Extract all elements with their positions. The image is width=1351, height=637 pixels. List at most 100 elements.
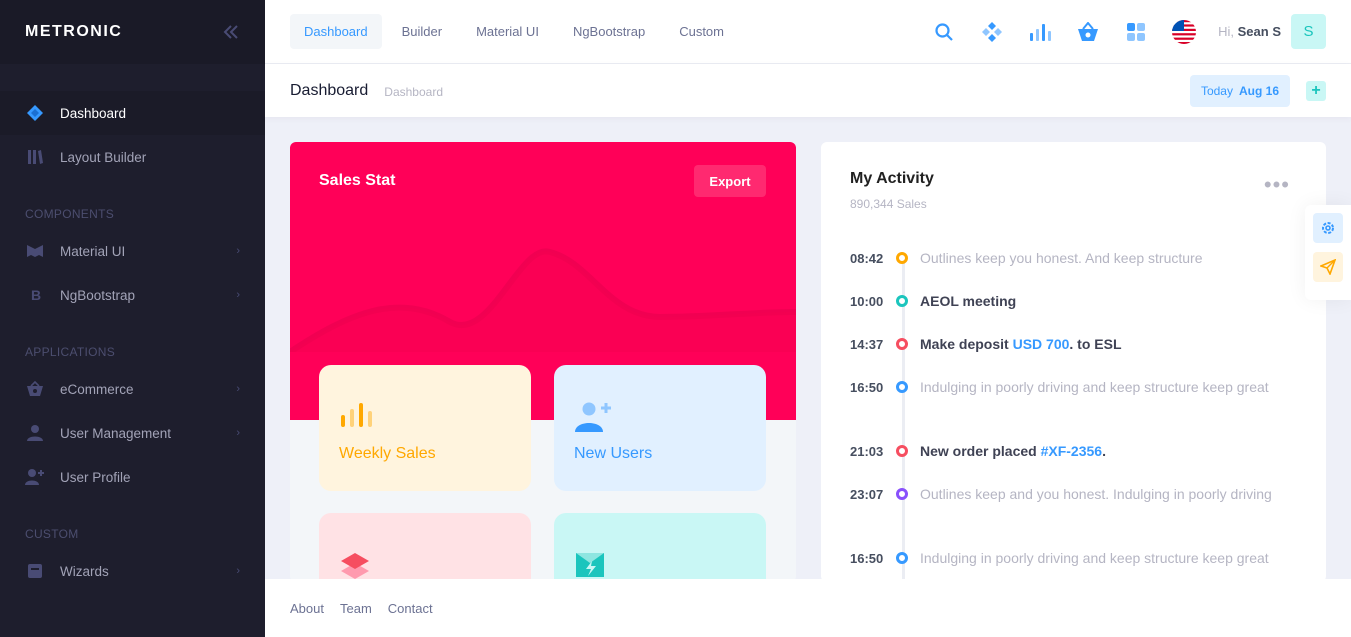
top-nav-material-ui[interactable]: Material UI bbox=[462, 14, 553, 49]
section-title-custom: CUSTOM bbox=[25, 527, 79, 541]
timeline-time: 21:03 bbox=[850, 444, 884, 459]
timeline-text: Indulging in poorly driving and keep str… bbox=[920, 550, 1269, 566]
sidebar-item-ecommerce[interactable]: eCommerce › bbox=[0, 367, 265, 411]
top-nav-dashboard[interactable]: Dashboard bbox=[290, 14, 382, 49]
export-button[interactable]: Export bbox=[694, 165, 766, 197]
my-activity-card: My Activity 890,344 Sales ••• 08:42 Outl… bbox=[821, 142, 1326, 582]
footer: About Team Contact bbox=[265, 579, 1351, 637]
bar-chart-icon[interactable] bbox=[1022, 14, 1058, 50]
item-orders-tile[interactable] bbox=[319, 513, 531, 582]
tile-label: New Users bbox=[574, 445, 653, 462]
activity-title: My Activity bbox=[850, 170, 934, 187]
user-name: Sean S bbox=[1237, 24, 1281, 39]
weekly-sales-tile[interactable]: Weekly Sales bbox=[319, 365, 531, 491]
sidebar-item-label: User Profile bbox=[60, 469, 131, 485]
timeline-item: 10:00 AEOL meeting bbox=[850, 291, 1300, 312]
add-user-icon bbox=[25, 467, 45, 487]
chevron-right-icon: › bbox=[236, 289, 240, 301]
timeline-item: 23:07 Outlines keep and you honest. Indu… bbox=[850, 484, 1300, 505]
sidebar-item-label: NgBootstrap bbox=[60, 287, 136, 303]
sidebar-item-label: eCommerce bbox=[60, 381, 134, 397]
sidebar-item-dashboard[interactable]: Dashboard bbox=[0, 91, 265, 135]
sticky-toolbar bbox=[1305, 205, 1351, 300]
sidebar-item-ngbootstrap[interactable]: B NgBootstrap › bbox=[0, 273, 265, 317]
layers-icon bbox=[339, 549, 371, 582]
new-users-tile[interactable]: New Users bbox=[554, 365, 766, 491]
text-after: . to ESL bbox=[1069, 336, 1122, 352]
settings-button[interactable] bbox=[1313, 213, 1343, 243]
text-before: Make deposit bbox=[920, 336, 1013, 352]
timeline-time: 16:50 bbox=[850, 380, 884, 395]
top-nav-builder[interactable]: Builder bbox=[388, 14, 456, 49]
diamonds-icon[interactable] bbox=[974, 14, 1010, 50]
footer-link-team[interactable]: Team bbox=[340, 601, 372, 616]
brand-logo[interactable]: METRONIC bbox=[25, 23, 122, 41]
chevron-right-icon: › bbox=[236, 383, 240, 395]
top-header: Dashboard Builder Material UI NgBootstra… bbox=[265, 0, 1351, 64]
top-nav-custom[interactable]: Custom bbox=[665, 14, 738, 49]
breadcrumb[interactable]: Dashboard bbox=[384, 85, 443, 99]
library-icon bbox=[25, 147, 45, 167]
add-button[interactable]: + bbox=[1306, 80, 1326, 101]
section-title-components: COMPONENTS bbox=[25, 207, 115, 221]
timeline-dot-icon bbox=[896, 488, 908, 500]
collapse-sidebar-icon[interactable] bbox=[222, 24, 240, 40]
text-after: . bbox=[1102, 443, 1106, 459]
footer-link-contact[interactable]: Contact bbox=[388, 601, 433, 616]
section-title-applications: APPLICATIONS bbox=[25, 345, 116, 359]
bug-reports-tile[interactable] bbox=[554, 513, 766, 582]
top-nav: Dashboard Builder Material UI NgBootstra… bbox=[290, 14, 738, 49]
timeline-dot-icon bbox=[896, 381, 908, 393]
apps-icon[interactable] bbox=[1118, 14, 1154, 50]
footer-link-about[interactable]: About bbox=[290, 601, 324, 616]
sidebar-item-user-management[interactable]: User Management › bbox=[0, 411, 265, 455]
greeting-text: Hi, bbox=[1218, 24, 1235, 39]
timeline-item: 21:03 New order placed #XF-2356. bbox=[850, 441, 1300, 462]
top-nav-ngbootstrap[interactable]: NgBootstrap bbox=[559, 14, 659, 49]
chevron-right-icon: › bbox=[236, 245, 240, 257]
timeline-dot-icon bbox=[896, 252, 908, 264]
sidebar-menu: Dashboard Layout Builder COMPONENTS Mate… bbox=[0, 64, 265, 593]
header-toolbar: Hi, Sean S S bbox=[914, 14, 1326, 50]
date-label: Today bbox=[1200, 83, 1233, 98]
timeline-text: AEOL meeting bbox=[920, 293, 1017, 309]
svg-text:B: B bbox=[31, 287, 41, 303]
sidebar: METRONIC Dashboard Layout Builder COMPON… bbox=[0, 0, 265, 637]
gear-icon bbox=[1322, 222, 1334, 234]
deposit-link[interactable]: USD 700 bbox=[1013, 336, 1070, 352]
text-before: New order placed bbox=[920, 443, 1041, 459]
timeline-time: 08:42 bbox=[850, 251, 884, 266]
sidebar-item-material-ui[interactable]: Material UI › bbox=[0, 229, 265, 273]
timeline-time: 23:07 bbox=[850, 487, 884, 502]
search-icon[interactable] bbox=[926, 14, 962, 50]
date-value: Aug 16 bbox=[1238, 83, 1279, 98]
sidebar-item-wizards[interactable]: Wizards › bbox=[0, 549, 265, 593]
send-button[interactable] bbox=[1313, 252, 1343, 282]
more-options-icon[interactable]: ••• bbox=[1264, 174, 1290, 196]
order-link[interactable]: #XF-2356 bbox=[1041, 443, 1102, 459]
date-picker-button[interactable]: Today Aug 16 bbox=[1189, 74, 1290, 107]
basket-icon[interactable] bbox=[1070, 14, 1106, 50]
timeline-text: Indulging in poorly driving and keep str… bbox=[920, 379, 1269, 395]
us-flag-icon[interactable] bbox=[1166, 14, 1202, 50]
user-greeting[interactable]: Hi, Sean S bbox=[1218, 24, 1281, 39]
bootstrap-icon: B bbox=[25, 285, 45, 305]
chevron-right-icon: › bbox=[236, 565, 240, 577]
sidebar-item-user-profile[interactable]: User Profile bbox=[0, 455, 265, 499]
add-user-icon bbox=[574, 401, 614, 438]
chevron-right-icon: › bbox=[236, 427, 240, 439]
avatar[interactable]: S bbox=[1291, 14, 1326, 49]
user-icon bbox=[25, 423, 45, 443]
sidebar-item-label: Dashboard bbox=[60, 105, 127, 121]
timeline-time: 10:00 bbox=[850, 294, 884, 309]
sidebar-item-layout-builder[interactable]: Layout Builder bbox=[0, 135, 265, 179]
material-icon bbox=[25, 241, 45, 261]
activity-subtitle: 890,344 Sales bbox=[850, 197, 927, 211]
basket-icon bbox=[25, 379, 45, 399]
sidebar-item-label: Layout Builder bbox=[60, 149, 147, 165]
sales-stat-title: Sales Stat bbox=[319, 172, 396, 189]
page-title: Dashboard bbox=[290, 81, 369, 99]
tile-label: Weekly Sales bbox=[339, 445, 436, 462]
diamond-icon bbox=[25, 103, 45, 123]
timeline-item: 14:37 Make deposit USD 700. to ESL bbox=[850, 334, 1300, 355]
